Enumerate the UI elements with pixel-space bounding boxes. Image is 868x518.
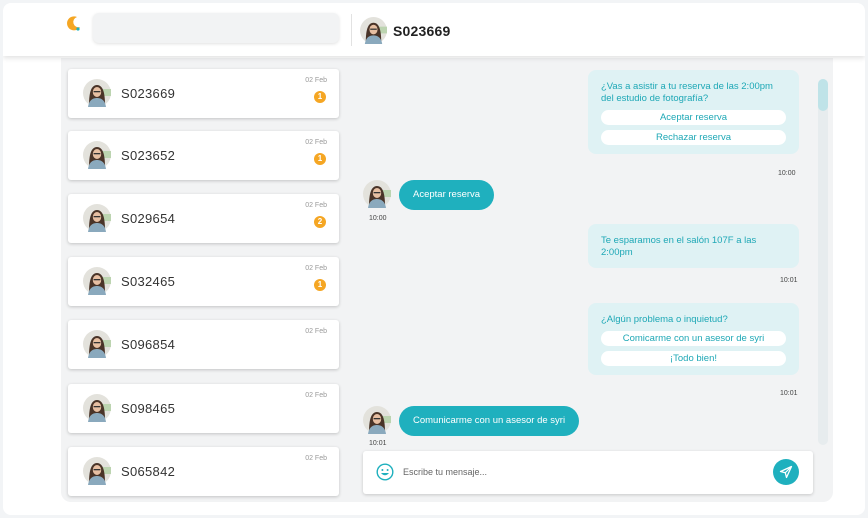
message-text: ¿Vas a asistir a tu reserva de las 2:00p… [601,81,773,104]
message-text: ¿Algún problema o inquietud? [601,314,728,325]
conversation-name: S029654 [121,211,176,226]
conversation-name: S065842 [121,464,176,479]
bot-message-location: Te esparamos en el salón 107F a las 2:00… [588,224,799,268]
chat-title: S023669 [393,23,451,39]
avatar [83,457,111,485]
avatar [83,141,111,169]
emoji-icon[interactable] [376,463,394,481]
scrollbar-thumb[interactable] [818,79,828,111]
bot-message-reservation: ¿Vas a asistir a tu reserva de las 2:00p… [588,70,799,154]
message-input[interactable] [403,463,763,481]
avatar [360,17,387,44]
bot-message-question: ¿Algún problema o inquietud? Comicarme c… [588,303,799,375]
conversation-name: S098465 [121,401,176,416]
avatar [83,330,111,358]
conversation-item[interactable]: S098465 02 Feb [68,384,339,433]
unread-badge: 1 [314,153,326,165]
all-good-button[interactable]: ¡Todo bien! [601,351,786,366]
user-message: Comunicarme con un asesor de syri [399,406,580,436]
app-window: S023669 S023669 02 Feb 1 S023652 02 Feb … [3,3,865,515]
conversation-name: S023652 [121,148,176,163]
message-time: 10:01 [780,277,798,284]
message-composer [363,451,813,494]
conversation-item[interactable]: S023669 02 Feb 1 [68,69,339,118]
messages-scrollbar[interactable] [818,79,828,445]
conversation-date: 02 Feb [305,265,327,272]
avatar [83,204,111,232]
conversation-name: S032465 [121,274,176,289]
contact-advisor-button[interactable]: Comicarme con un asesor de syri [601,331,786,346]
message-text: Te esparamos en el salón 107F a las 2:00… [601,235,757,258]
accept-reservation-button[interactable]: Aceptar reserva [601,110,786,125]
conversation-item[interactable]: S065842 02 Feb [68,447,339,496]
reject-reservation-button[interactable]: Rechazar reserva [601,130,786,145]
top-bar: S023669 [3,3,865,56]
conversation-name: S023669 [121,86,176,101]
conversation-item[interactable]: S023652 02 Feb 1 [68,131,339,180]
message-time: 10:01 [780,390,798,397]
logo-icon [67,16,80,31]
avatar [83,267,111,295]
unread-badge: 2 [314,216,326,228]
send-button[interactable] [773,459,799,485]
avatar [83,79,111,107]
conversation-date: 02 Feb [305,392,327,399]
unread-badge: 1 [314,279,326,291]
avatar [83,394,111,422]
user-message: Aceptar reserva [399,180,495,210]
divider [351,14,352,46]
message-time: 10:01 [369,440,387,447]
send-icon [779,465,793,479]
search-input[interactable] [93,13,339,43]
avatar [363,406,391,434]
avatar [363,180,391,208]
conversation-item[interactable]: S032465 02 Feb 1 [68,257,339,306]
message-time: 10:00 [778,170,796,177]
chat-panel: S023669 02 Feb 1 S023652 02 Feb 1 S02965… [61,58,833,502]
conversation-date: 02 Feb [305,77,327,84]
conversation-item[interactable]: S096854 02 Feb [68,320,339,369]
conversation-date: 02 Feb [305,328,327,335]
conversation-date: 02 Feb [305,139,327,146]
conversation-date: 02 Feb [305,455,327,462]
conversation-date: 02 Feb [305,202,327,209]
conversation-name: S096854 [121,337,176,352]
message-time: 10:00 [369,215,387,222]
unread-badge: 1 [314,91,326,103]
conversation-item[interactable]: S029654 02 Feb 2 [68,194,339,243]
